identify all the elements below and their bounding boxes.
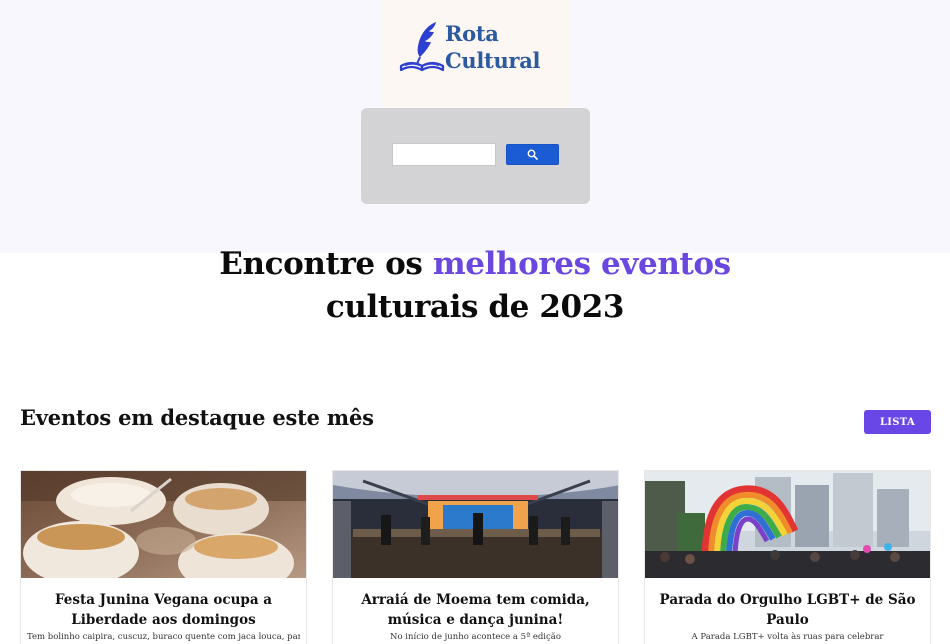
header-band: Rota Cultural (0, 0, 950, 253)
stage-concert-photo (333, 471, 618, 578)
event-card-image[interactable] (645, 471, 930, 578)
quill-book-icon (399, 22, 445, 72)
event-card-title[interactable]: Arraiá de Moema tem comida, música e dan… (343, 590, 608, 630)
hero-headline: Encontre os melhores eventos culturais d… (0, 243, 950, 329)
event-card-description: No início de junho acontece a 5ª edição (390, 632, 561, 642)
search-input[interactable] (392, 143, 496, 166)
event-card-image[interactable] (333, 471, 618, 578)
event-card-arraia-de-moema[interactable]: Arraiá de Moema tem comida, música e dan… (332, 470, 619, 644)
logo-line-2: Cultural (445, 48, 541, 73)
search-icon (527, 149, 538, 160)
pride-parade-photo (645, 471, 930, 578)
list-button[interactable]: LISTA (864, 410, 931, 434)
logo-text: Rota Cultural (445, 20, 540, 74)
event-card-image[interactable] (21, 471, 306, 578)
event-card-festa-junina-vegana[interactable]: Festa Junina Vegana ocupa a Liberdade ao… (20, 470, 307, 644)
search-button[interactable] (506, 144, 559, 165)
hero-text-before: Encontre os (219, 246, 433, 282)
logo-line-1: Rota (445, 21, 499, 46)
dessert-photo (21, 471, 306, 578)
event-card-description: A Parada LGBT+ volta às ruas para celebr… (691, 632, 884, 642)
featured-section-title: Eventos em destaque este mês (20, 405, 374, 430)
event-card-title[interactable]: Festa Junina Vegana ocupa a Liberdade ao… (31, 590, 296, 630)
hero-accent: melhores eventos (432, 246, 731, 282)
hero-text-after: culturais de 2023 (325, 289, 625, 325)
search-panel (361, 108, 590, 204)
event-card-description: Tem bolinho caipira, cuscuz, buraco quen… (27, 632, 300, 642)
site-logo[interactable]: Rota Cultural (381, 0, 570, 108)
event-card-parada-lgbt[interactable]: Parada do Orgulho LGBT+ de São Paulo A P… (644, 470, 931, 644)
event-card-title[interactable]: Parada do Orgulho LGBT+ de São Paulo (655, 590, 920, 630)
